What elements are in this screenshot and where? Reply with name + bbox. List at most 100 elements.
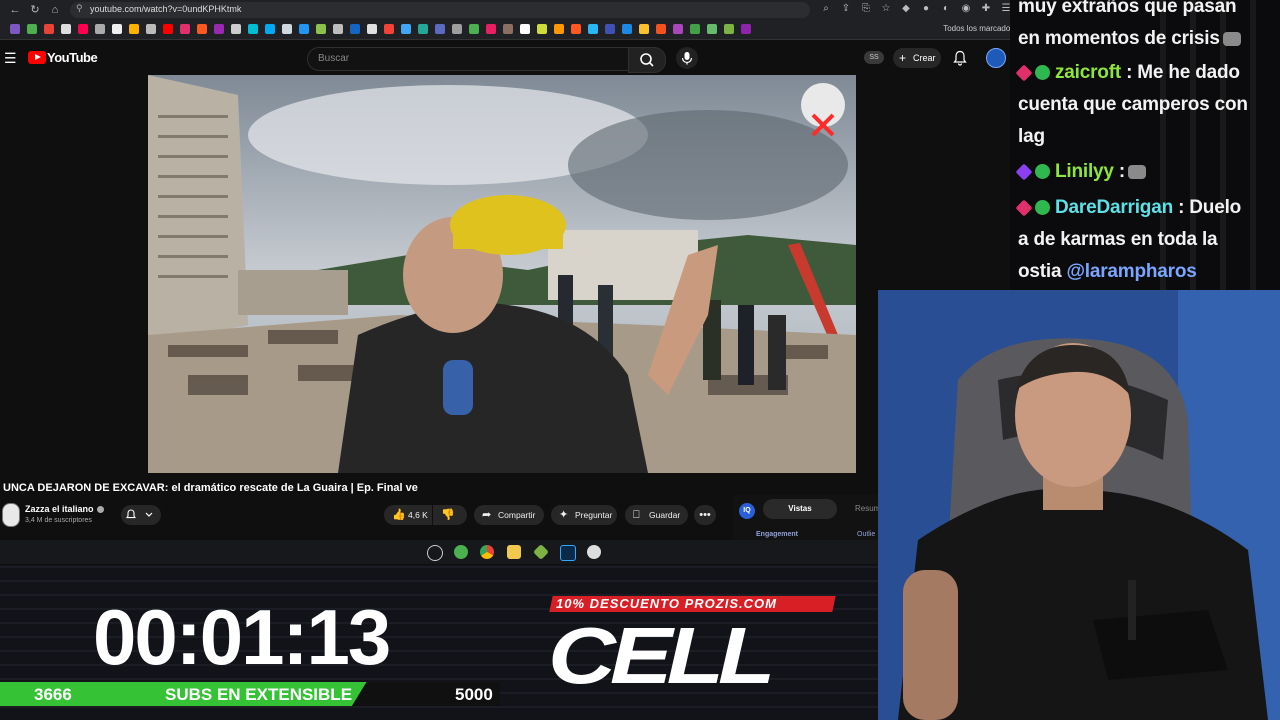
bookmark-icon[interactable] [350,24,360,34]
extension-icon[interactable]: ◐ [940,3,952,15]
subscriber-badge-icon [1015,64,1033,82]
dislike-button[interactable]: 👎 [433,505,467,525]
tab-resumen[interactable]: Resum [855,504,880,513]
youtube-logo-text[interactable]: YouTube [47,50,98,65]
bookmark-icon[interactable] [622,24,632,34]
bookmark-icon[interactable] [282,24,292,34]
share-button[interactable]: ➦ Compartir [474,505,544,525]
bookmark-icon[interactable] [537,24,547,34]
more-actions-button[interactable]: ••• [694,505,716,525]
bookmark-icon[interactable] [197,24,207,34]
chrome-icon[interactable] [480,545,494,559]
extension-icon[interactable]: ◆ [900,3,912,15]
zoom-icon[interactable]: ⌕ [820,3,832,15]
back-icon[interactable]: ← [8,3,22,17]
badge-icon [1035,65,1050,81]
bookmark-star-icon[interactable]: ☆ [880,3,892,15]
taskbar-app-icon[interactable] [454,545,468,559]
create-button[interactable]: + Crear [893,48,941,68]
bookmark-icon[interactable] [452,24,462,34]
bookmark-icon[interactable] [367,24,377,34]
bookmark-icon[interactable] [146,24,156,34]
channel-avatar[interactable] [2,503,20,527]
subs-goal: 5000 [455,685,493,704]
bookmark-icon[interactable] [707,24,717,34]
extension-icon[interactable]: ◉ [960,3,972,15]
youtube-logo-icon[interactable] [28,51,46,64]
bookmark-icon[interactable] [469,24,479,34]
taskbar-app-icon[interactable] [427,545,443,561]
photoshop-icon[interactable] [560,545,576,561]
bookmark-icon[interactable] [571,24,581,34]
bookmark-icon[interactable] [95,24,105,34]
bookmark-icon[interactable] [27,24,37,34]
share-page-icon[interactable]: ⇪ [840,3,852,15]
bookmark-icon[interactable] [690,24,700,34]
search-button[interactable] [628,47,666,73]
bookmark-icon[interactable] [605,24,615,34]
bookmark-icon[interactable] [656,24,666,34]
extension-icon[interactable]: ● [920,3,932,15]
bookmark-icon[interactable] [384,24,394,34]
menu-hamburger-icon[interactable]: ☰ [4,50,17,67]
chat-username[interactable]: DareDarrigan [1055,197,1173,218]
bookmark-icon[interactable] [214,24,224,34]
bookmarks-bar: Todos los marcador [0,20,1015,40]
site-info-icon[interactable]: ⚲ [76,3,83,14]
taskbar-app-icon[interactable] [533,544,549,560]
bookmark-icon[interactable] [503,24,513,34]
bookmark-icon[interactable] [724,24,734,34]
extension-badge[interactable]: SS [864,51,884,64]
reload-icon[interactable]: ↻ [28,3,42,17]
bookmark-icon[interactable] [673,24,683,34]
account-avatar[interactable] [986,48,1006,68]
bookmark-icon[interactable] [129,24,139,34]
bookmark-icon[interactable] [78,24,88,34]
search-box[interactable] [307,47,629,71]
address-bar[interactable]: ⚲ youtube.com/watch?v=0undKPHKtmk [70,2,810,18]
home-icon[interactable]: ⌂ [48,3,62,17]
all-bookmarks-folder[interactable]: Todos los marcador [943,24,1013,33]
search-input[interactable] [316,52,620,65]
bookmark-icon[interactable] [61,24,71,34]
channel-name[interactable]: Zazza el italiano [25,504,104,514]
taskbar-app-icon[interactable] [587,545,601,559]
chat-message-text: en momentos de crisis [1018,28,1241,50]
bookmark-icon[interactable] [231,24,241,34]
stream-timer: 00:01:13 [93,593,391,681]
ask-button[interactable]: ✦ Preguntar [551,505,617,525]
bookmark-icon[interactable] [265,24,275,34]
bookmark-icon[interactable] [44,24,54,34]
save-button[interactable]: ⎕ Guardar [625,505,688,525]
bookmark-icon[interactable] [163,24,173,34]
chat-username[interactable]: Linilyy [1055,161,1114,182]
bookmark-icon[interactable] [741,24,751,34]
bookmark-icon[interactable] [639,24,649,34]
bookmark-icon[interactable] [10,24,20,34]
bookmark-icon[interactable] [248,24,258,34]
like-button[interactable]: 👍 4,6 K [384,505,432,525]
chat-username[interactable]: zaicroft [1055,62,1121,83]
bookmark-icon[interactable] [588,24,598,34]
extensions-puzzle-icon[interactable]: ✚ [980,3,992,15]
video-player[interactable] [148,75,856,473]
bookmark-icon[interactable] [112,24,122,34]
bookmark-icon[interactable] [520,24,530,34]
bookmark-icon[interactable] [316,24,326,34]
iq-logo[interactable]: IQ [739,503,755,519]
voice-search-button[interactable] [676,47,698,69]
subscription-notifications-button[interactable] [121,505,161,525]
chat-mention[interactable]: @larampharos [1066,261,1196,282]
bookmark-icon[interactable] [435,24,445,34]
tab-vistas[interactable]: Vistas [763,499,837,519]
bookmark-icon[interactable] [418,24,428,34]
bookmark-icon[interactable] [486,24,496,34]
folder-icon[interactable] [507,545,521,559]
bookmark-icon[interactable] [333,24,343,34]
bookmark-icon[interactable] [180,24,190,34]
bookmark-icon[interactable] [401,24,411,34]
translate-icon[interactable]: ⎘ [860,3,872,15]
notifications-bell-icon[interactable] [953,50,967,66]
bookmark-icon[interactable] [554,24,564,34]
bookmark-icon[interactable] [299,24,309,34]
